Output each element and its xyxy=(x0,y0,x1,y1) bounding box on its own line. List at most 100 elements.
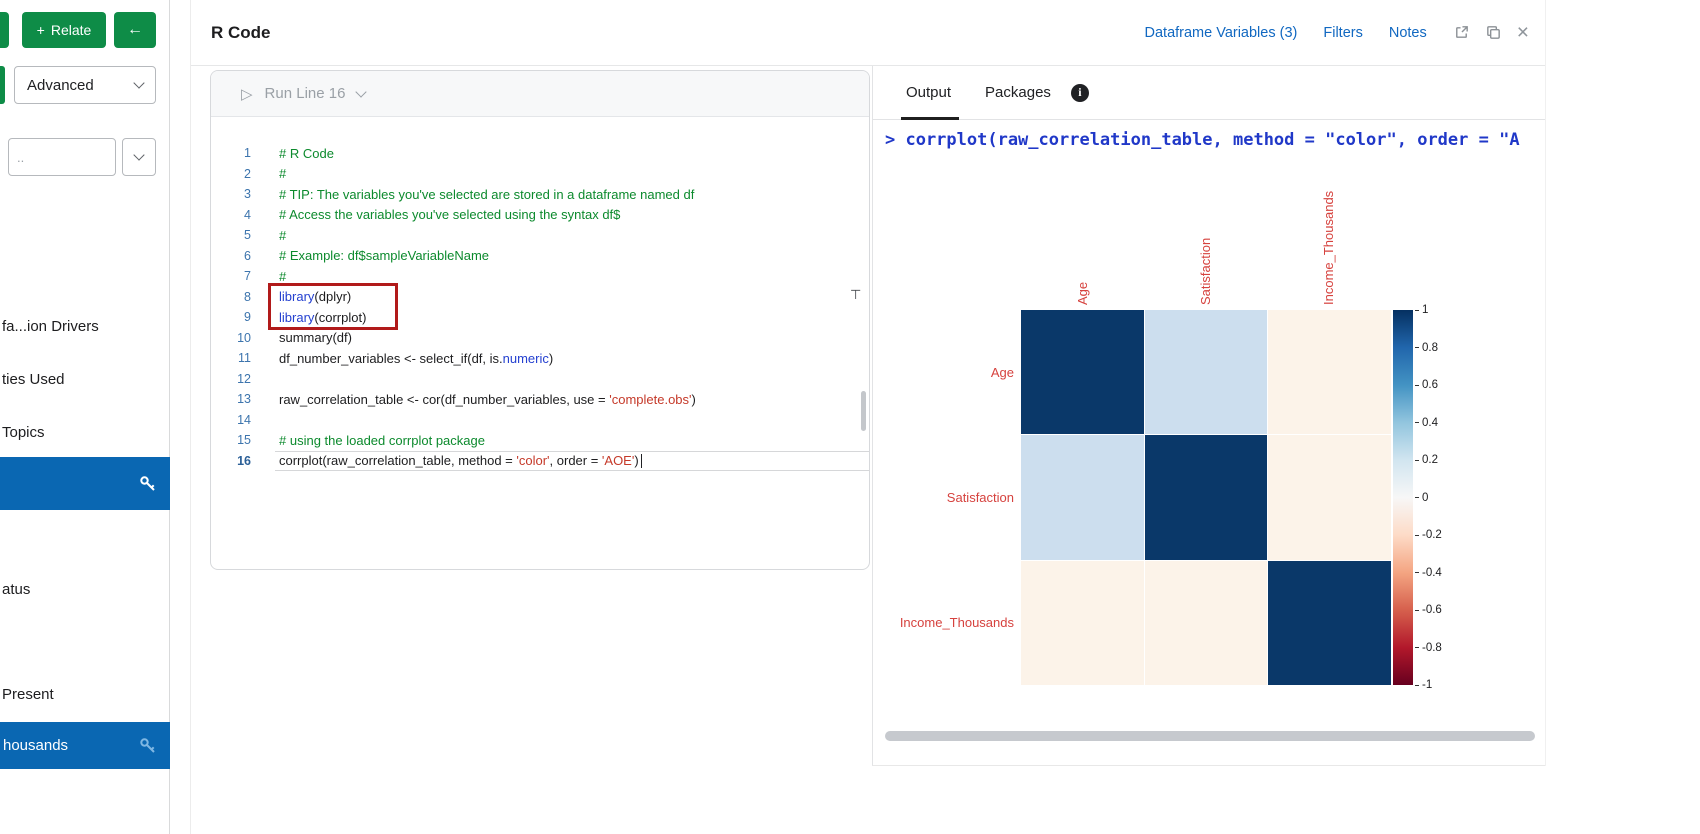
output-tab-bar: Output Packages i xyxy=(873,66,1545,120)
colorbar-tick-label: 0.2 xyxy=(1415,453,1438,467)
code-line[interactable]: 14 xyxy=(211,410,869,431)
advanced-dropdown-label: Advanced xyxy=(27,77,94,94)
chevron-down-icon xyxy=(133,77,144,88)
sidebar-item-ties-used[interactable]: ties Used xyxy=(2,371,65,390)
line-number: 7 xyxy=(211,269,251,283)
code-line[interactable]: 2# xyxy=(211,164,869,185)
line-number: 6 xyxy=(211,249,251,263)
colorbar-tick-label: -0.2 xyxy=(1415,528,1442,542)
arrow-left-icon: ← xyxy=(127,21,143,39)
copy-icon[interactable] xyxy=(1485,24,1503,42)
code-line[interactable]: 15# using the loaded corrplot package xyxy=(211,430,869,451)
line-number: 2 xyxy=(211,167,251,181)
back-button[interactable]: ← xyxy=(114,12,156,48)
header-icon-group: × xyxy=(1453,22,1529,43)
relate-button[interactable]: + Relate xyxy=(22,12,106,48)
sidebar: + Relate ← Advanced .. fa...ion Drivers … xyxy=(0,0,170,834)
heatmap-row-label-satisfaction: Satisfaction xyxy=(873,490,1014,506)
code-line[interactable]: 4# Access the variables you've selected … xyxy=(211,205,869,226)
line-number: 13 xyxy=(211,392,251,406)
heatmap-col-label-income-thousands: Income_Thousands xyxy=(1321,191,1337,305)
modal-header: R Code Dataframe Variables (3) Filters N… xyxy=(191,0,1545,66)
colorbar-gradient xyxy=(1393,310,1413,685)
code-line[interactable]: 9library(corrplot) xyxy=(211,307,869,328)
console-command-echo: > corrplot(raw_correlation_table, method… xyxy=(885,130,1543,150)
line-number: 9 xyxy=(211,310,251,324)
code-line[interactable]: 1# R Code xyxy=(211,143,869,164)
plus-icon: + xyxy=(37,22,45,38)
line-number: 10 xyxy=(211,331,251,345)
line-number: 8 xyxy=(211,290,251,304)
colorbar-tick-label: -0.8 xyxy=(1415,641,1442,655)
colorbar-tick-label: 0.6 xyxy=(1415,378,1438,392)
chevron-down-icon[interactable] xyxy=(356,86,367,97)
heatmap-col-label-age: Age xyxy=(1075,282,1091,305)
code-line[interactable]: 11df_number_variables <- select_if(df, i… xyxy=(211,348,869,369)
output-horizontal-scrollbar[interactable] xyxy=(885,731,1535,741)
cropped-green-button-2[interactable] xyxy=(0,66,5,104)
line-number: 16 xyxy=(211,454,251,468)
heatmap-cell xyxy=(1145,435,1268,559)
search-dropdown-button[interactable] xyxy=(122,138,156,176)
colorbar-tick-label: -1 xyxy=(1415,678,1432,692)
code-line[interactable]: 13raw_correlation_table <- cor(df_number… xyxy=(211,389,869,410)
correlation-heatmap xyxy=(1021,310,1391,685)
colorbar-tick-label: -0.6 xyxy=(1415,603,1442,617)
page: + Relate ← Advanced .. fa...ion Drivers … xyxy=(0,0,1700,834)
sidebar-item-satisfaction-drivers[interactable]: fa...ion Drivers xyxy=(2,318,99,337)
heatmap-row-label-income-thousands: Income_Thousands xyxy=(873,615,1014,631)
editor-vertical-scrollbar[interactable] xyxy=(861,391,866,431)
code-line[interactable]: 5# xyxy=(211,225,869,246)
code-line[interactable]: 7# xyxy=(211,266,869,287)
code-line[interactable]: 10summary(df) xyxy=(211,328,869,349)
line-number: 14 xyxy=(211,413,251,427)
code-line[interactable]: 8library(dplyr) xyxy=(211,287,869,308)
sidebar-item-label: housands xyxy=(3,737,68,754)
sidebar-item-topics[interactable]: Topics xyxy=(2,424,45,443)
cropped-green-button[interactable] xyxy=(0,12,9,48)
expand-icon[interactable] xyxy=(1453,24,1471,42)
close-icon[interactable]: × xyxy=(1517,22,1529,43)
run-toolbar: ▷ Run Line 16 xyxy=(211,71,869,117)
modal-right-edge xyxy=(1545,0,1546,766)
tab-packages[interactable]: Packages xyxy=(985,84,1051,101)
run-line-button[interactable]: Run Line 16 xyxy=(265,85,346,102)
advanced-dropdown[interactable]: Advanced xyxy=(14,66,156,104)
colorbar-tick-label: -0.4 xyxy=(1415,566,1442,580)
line-number: 1 xyxy=(211,146,251,160)
line-number: 4 xyxy=(211,208,251,222)
modal-left-edge xyxy=(190,0,191,834)
output-body: > corrplot(raw_correlation_table, method… xyxy=(873,120,1545,765)
code-line[interactable]: 12 xyxy=(211,369,869,390)
code-line[interactable]: 16corrplot(raw_correlation_table, method… xyxy=(211,451,869,472)
heatmap-col-label-satisfaction: Satisfaction xyxy=(1198,238,1214,305)
sidebar-item-status[interactable]: atus xyxy=(2,581,30,600)
scrollbar-cap: ⊤ xyxy=(850,287,861,303)
code-line[interactable]: 3# TIP: The variables you've selected ar… xyxy=(211,184,869,205)
dataframe-variables-link[interactable]: Dataframe Variables (3) xyxy=(1145,25,1298,41)
code-line[interactable]: 6# Example: df$sampleVariableName xyxy=(211,246,869,267)
tab-output[interactable]: Output xyxy=(906,84,951,101)
line-number: 3 xyxy=(211,187,251,201)
filters-link[interactable]: Filters xyxy=(1323,25,1362,41)
heatmap-cell xyxy=(1268,435,1391,559)
heatmap-row-label-age: Age xyxy=(873,365,1014,381)
page-title: R Code xyxy=(211,23,271,43)
colorbar-tick-label: 0.4 xyxy=(1415,416,1438,430)
heatmap-cell xyxy=(1145,561,1268,685)
info-icon[interactable]: i xyxy=(1071,84,1089,102)
notes-link[interactable]: Notes xyxy=(1389,25,1427,41)
colorbar-tick-label: 0 xyxy=(1415,491,1428,505)
header-actions: Dataframe Variables (3) Filters Notes × xyxy=(1145,22,1530,43)
sidebar-item-present[interactable]: Present xyxy=(2,686,54,705)
output-panel: Output Packages i > corrplot(raw_correla… xyxy=(872,66,1545,766)
play-icon[interactable]: ▷ xyxy=(241,85,253,103)
search-input-text: .. xyxy=(17,150,24,165)
sidebar-item-income-thousands[interactable]: housands xyxy=(0,722,170,769)
search-input[interactable]: .. xyxy=(8,138,116,176)
colorbar-tick-label: 1 xyxy=(1415,303,1428,317)
code-area[interactable]: 1# R Code2#3# TIP: The variables you've … xyxy=(211,117,869,471)
heatmap-cell xyxy=(1021,310,1144,434)
heatmap-cell xyxy=(1268,561,1391,685)
sidebar-item-selected[interactable] xyxy=(0,457,170,510)
